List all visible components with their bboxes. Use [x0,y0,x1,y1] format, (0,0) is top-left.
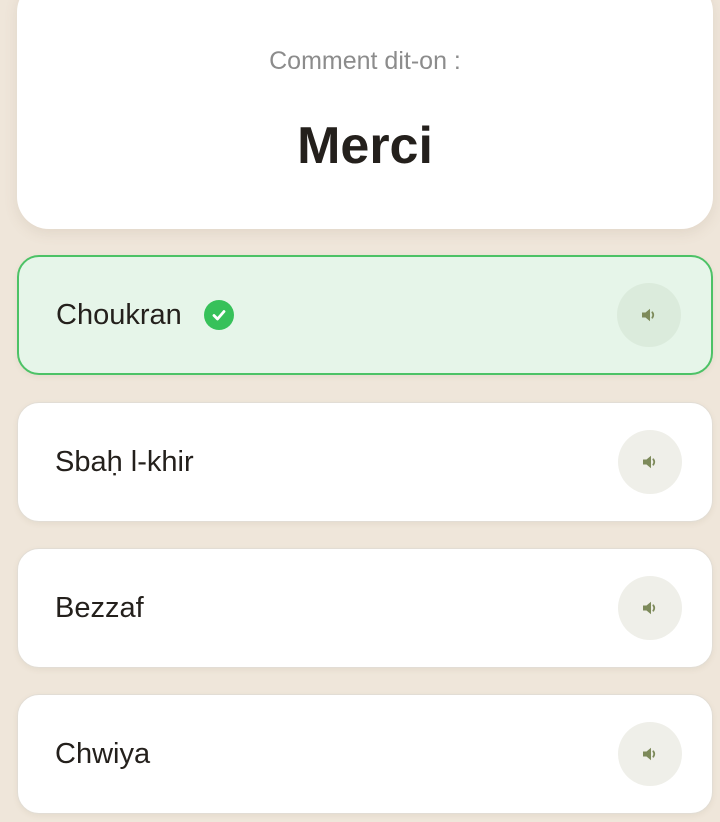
answer-option-label: Choukran [56,298,182,331]
answer-option-sbah-l-khir[interactable]: Sbaḥ l-khir [17,402,713,522]
play-audio-button[interactable] [618,430,682,494]
answer-option-label: Chwiya [55,737,151,770]
speaker-icon [643,601,656,615]
answer-option-choukran[interactable]: Choukran [17,255,713,375]
question-card: Comment dit-on : Merci [17,0,713,229]
question-word: Merci [297,117,433,175]
answer-option-label: Sbaḥ l-khir [55,445,194,478]
play-audio-button[interactable] [618,576,682,640]
play-audio-button[interactable] [618,722,682,786]
question-prompt: Comment dit-on : [269,47,461,75]
answer-option-chwiya[interactable]: Chwiya [17,694,713,814]
play-audio-button[interactable] [617,283,681,347]
answer-option-bezzaf[interactable]: Bezzaf [17,548,713,668]
speaker-icon [643,455,656,469]
speaker-icon [643,747,656,761]
answer-option-label: Bezzaf [55,591,144,624]
check-circle-icon [203,300,234,330]
speaker-icon [642,308,655,322]
